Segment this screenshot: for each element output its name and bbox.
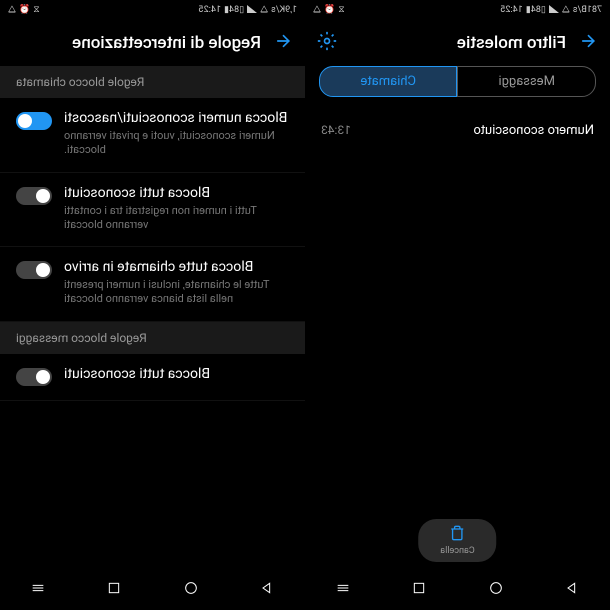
signal-icon: ⧋: [313, 5, 321, 15]
row-title: Blocca numeri sconosciuti/nascosti: [64, 110, 289, 126]
nav-bar: [0, 570, 305, 610]
nav-recent-icon[interactable]: [106, 580, 122, 600]
row-block-all-incoming[interactable]: Blocca tutte chiamate in arrivo Tutte le…: [0, 247, 305, 322]
row-sub: Numeri sconosciuti, vuoti e privati verr…: [64, 129, 289, 158]
tab-calls[interactable]: Chiamate: [319, 66, 458, 97]
status-bar: 781B/s ⧋ ▯84▮ 14:25 ⧖ ⏰ ⧋: [305, 0, 610, 20]
phone-right: 1,9K/s ⧋ ▯84▮ 14:25 ⧖ ⏰ ⧋ Regole di inte…: [0, 0, 305, 610]
list-item[interactable]: Numero sconosciuto 13:43: [305, 109, 610, 152]
tab-messages[interactable]: Messaggi: [458, 66, 597, 97]
section-header-calls: Regole blocco chiamata: [0, 66, 305, 98]
phone-left: 781B/s ⧋ ▯84▮ 14:25 ⧖ ⏰ ⧋ Filtro molesti…: [305, 0, 610, 610]
toggle-switch[interactable]: [16, 261, 52, 279]
wifi-icon: ⧋: [260, 5, 268, 15]
nav-home-icon[interactable]: [183, 580, 199, 600]
row-block-all-unknown[interactable]: Blocca tutti sconosciuti Tutti i numeri …: [0, 173, 305, 248]
nav-home-icon[interactable]: [488, 580, 504, 600]
nav-recent-icon[interactable]: [411, 580, 427, 600]
page-title: Regole di intercettazione: [12, 33, 261, 53]
toggle-switch[interactable]: [16, 368, 52, 386]
row-block-unknown-hidden[interactable]: Blocca numeri sconosciuti/nascosti Numer…: [0, 98, 305, 173]
page-title: Filtro molestie: [337, 33, 566, 53]
section-header-messages: Regole blocco messaggi: [0, 322, 305, 354]
row-title: Blocca tutti sconosciuti: [64, 366, 289, 382]
toggle-switch[interactable]: [16, 187, 52, 205]
row-title: Blocca tutte chiamate in arrivo: [64, 259, 289, 275]
row-sub: Tutte le chiamate, inclusi i numeri pres…: [64, 278, 289, 307]
row-sub: Tutti i numeri non registrati tra i cont…: [64, 204, 289, 233]
row-block-unknown-msgs[interactable]: Blocca tutti sconosciuti: [0, 354, 305, 401]
status-time: 14:25: [199, 5, 221, 15]
nav-back-icon[interactable]: [259, 580, 275, 600]
battery-icon: ▯84▮: [224, 5, 244, 15]
back-icon[interactable]: [578, 31, 598, 55]
delete-label: Cancella: [440, 546, 474, 556]
nav-bar: [305, 570, 610, 610]
tabs: Messaggi Chiamate: [305, 66, 610, 109]
battery-icon: ▯84▮: [526, 5, 546, 15]
status-bar: 1,9K/s ⧋ ▯84▮ 14:25 ⧖ ⏰ ⧋: [0, 0, 305, 20]
signal-icon: ⧋: [8, 5, 16, 15]
signal-icon: [549, 5, 559, 16]
signal-icon: [247, 5, 257, 16]
alarm-icon: ⏰: [19, 5, 30, 15]
delete-button[interactable]: Cancella: [418, 519, 496, 562]
entry-label: Numero sconosciuto: [473, 123, 594, 138]
alarm-icon: ⏰: [324, 5, 335, 15]
toggle-switch[interactable]: [16, 112, 52, 130]
status-time: 14:25: [500, 5, 522, 15]
row-title: Blocca tutti sconosciuti: [64, 185, 289, 201]
bt-icon: ⧖: [338, 5, 344, 15]
trash-icon: [450, 525, 466, 545]
header: Regole di intercettazione: [0, 20, 305, 66]
nav-menu-icon[interactable]: [335, 580, 351, 600]
wifi-icon: ⧋: [562, 5, 570, 15]
bt-icon: ⧖: [33, 5, 39, 15]
status-speed: 781B/s: [573, 5, 602, 15]
gear-icon[interactable]: [317, 31, 337, 55]
entry-time: 13:43: [321, 123, 351, 138]
status-speed: 1,9K/s: [271, 5, 297, 15]
nav-back-icon[interactable]: [564, 580, 580, 600]
header: Filtro molestie: [305, 20, 610, 66]
nav-menu-icon[interactable]: [30, 580, 46, 600]
back-icon[interactable]: [273, 31, 293, 55]
